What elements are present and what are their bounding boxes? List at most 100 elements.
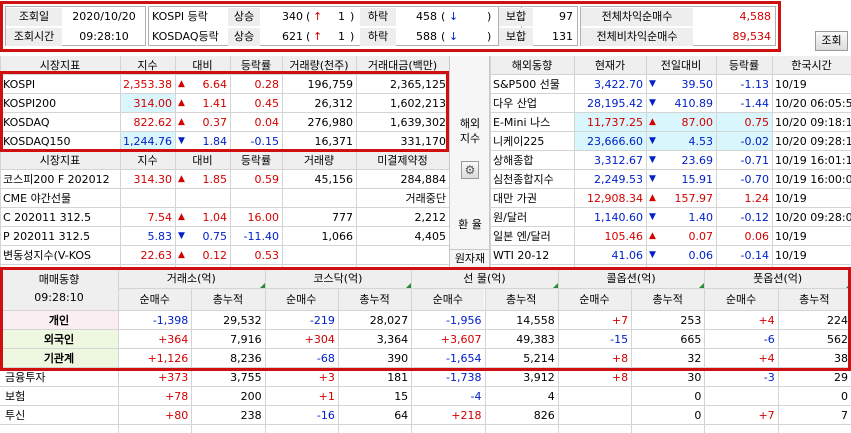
grid-line [0,74,449,75]
overseas-row-time: 10/19 [775,192,807,205]
overseas-row-rate: 1.24 [744,192,770,205]
investor-total-value: 200 [240,390,262,403]
investor-net-value: +364 [158,333,189,346]
investor-group-4: 풋옵션(억) [704,268,851,289]
investor-sub-net: 순매수 [704,289,778,311]
grid-line [490,207,851,208]
investor-total-value: 665 [680,333,702,346]
grid-line [0,245,449,246]
investor-net-value: -219 [309,314,335,327]
investor-total-value: 15 [394,390,409,403]
overseas-row-rate: -0.02 [716,132,772,151]
overseas-table: 해외동향 현재가 전일대비 등락률 한국시간 S&P500 선물 3,422.70 ▼ 39.5… [490,56,851,268]
kosdaq-breadth-label: KOSDAQ등락 [152,30,219,43]
grid-line [704,289,706,433]
futures-row-index: 5.83 [147,230,173,243]
investor-net-value: +3 [318,371,335,384]
fx-tab[interactable]: 환 율 [450,216,490,234]
grid-line [777,289,779,433]
market-row-change: 6.64 [202,78,228,91]
gear-icon[interactable]: ⚙ [461,161,479,179]
grid-line [646,56,647,268]
grid-line [490,150,851,151]
overseas-row-time: 10/20 06:05:52 [775,97,851,110]
lookup-button[interactable]: 조회 [815,31,848,51]
overseas-row-rate: 0.75 [716,113,772,132]
arbitrage-label: 전체차익순매수 [581,8,693,26]
market-row-amount: 2,365,125 [390,78,446,91]
market-row-index: 822.62 [133,116,173,129]
futures-header-0: 시장지표 [0,151,120,170]
kosdaq-rise-count: 621 [282,30,303,43]
overseas-row-price: 12,908.34 [587,192,643,205]
overseas-header-2: 전일대비 [646,56,716,75]
overseas-row-price: 23,666.60 [574,132,646,151]
investor-net-value [704,387,777,406]
market-row-amount: 1,602,213 [390,97,446,110]
grid-line [490,169,851,170]
grid-line [490,112,851,113]
kospi-breadth-label: KOSPI 등락 [152,10,208,23]
overseas-row-rate: -0.12 [740,211,769,224]
grid-line [631,289,633,433]
investor-net-value: +373 [158,371,189,384]
futures-row-volume [282,189,356,208]
investor-net-value: +4 [758,314,775,327]
futures-header-5: 미결제약정 [356,151,449,170]
kosdaq-fall-paren-close: ) [487,30,492,43]
futures-header-3: 등락률 [230,151,282,170]
grid-line [772,56,773,268]
investor-total-value: 38 [833,352,848,365]
overseas-row-price: 41.06 [611,249,644,262]
investor-net-value: -68 [316,352,335,365]
market-header-0: 시장지표 [0,56,120,75]
overseas-index-tab[interactable]: 해외 지수 [450,116,490,152]
grid-line [0,207,449,208]
overseas-row-name: 대만 가권 [493,192,537,205]
overseas-row-price: 2,249.53 [594,173,643,186]
grid-line [0,188,449,189]
market-row-name: KOSDAQ150 [3,135,71,148]
commodity-tab[interactable]: 원자재 [450,249,490,268]
investor-total-value: 30 [687,371,702,384]
market-row-volume: 26,312 [314,97,354,110]
overseas-row-name: S&P500 선물 [493,78,560,91]
overseas-row-time: 10/20 09:18:15 [775,116,851,129]
kospi-flat-count: 97 [559,10,573,23]
grid-line [0,150,449,151]
market-row-volume: 16,371 [314,135,354,148]
kosdaq-flat-count: 131 [552,30,573,43]
grid-line [0,348,851,349]
grid-line [490,74,851,75]
futures-header-4: 거래량 [282,151,356,170]
futures-row-oi [356,246,449,265]
grid-line [230,56,231,268]
futures-row-volume: 777 [332,211,353,224]
grid-line [490,245,851,246]
futures-row-index: 314.30 [133,173,173,186]
overseas-row-change: 39.50 [681,78,714,91]
kospi-fall-paren-close: ) [487,10,492,23]
grid-line [490,188,851,189]
investor-net-value: +1 [318,390,335,403]
market-row-rate: -0.15 [250,135,279,148]
grid-line [0,93,449,94]
date-value[interactable]: 2020/10/20 [64,8,144,26]
kospi-rise-label: 상승 [228,8,260,26]
grid-line [490,56,491,268]
investor-group-3: 콜옵션(억) [557,268,705,289]
investor-net-value: +7 [611,314,629,327]
investor-net-value: +304 [304,333,335,346]
futures-row-change: 1.04 [202,211,228,224]
kosdaq-paren-close: ) [350,30,355,43]
investor-group-0: 거래소(억) [118,268,265,289]
investor-group-2: 선 물(억) [411,268,558,289]
grid-line [337,289,339,433]
grid-line [716,56,717,268]
investor-sub-total: 총누적 [484,289,558,311]
investor-total-value: 28,027 [369,314,409,327]
investor-net-value [558,406,631,425]
futures-row-rate: 0.53 [254,249,280,262]
overseas-row-time: 10/19 [775,230,807,243]
kosdaq-flat-label: 보합 [499,28,533,46]
